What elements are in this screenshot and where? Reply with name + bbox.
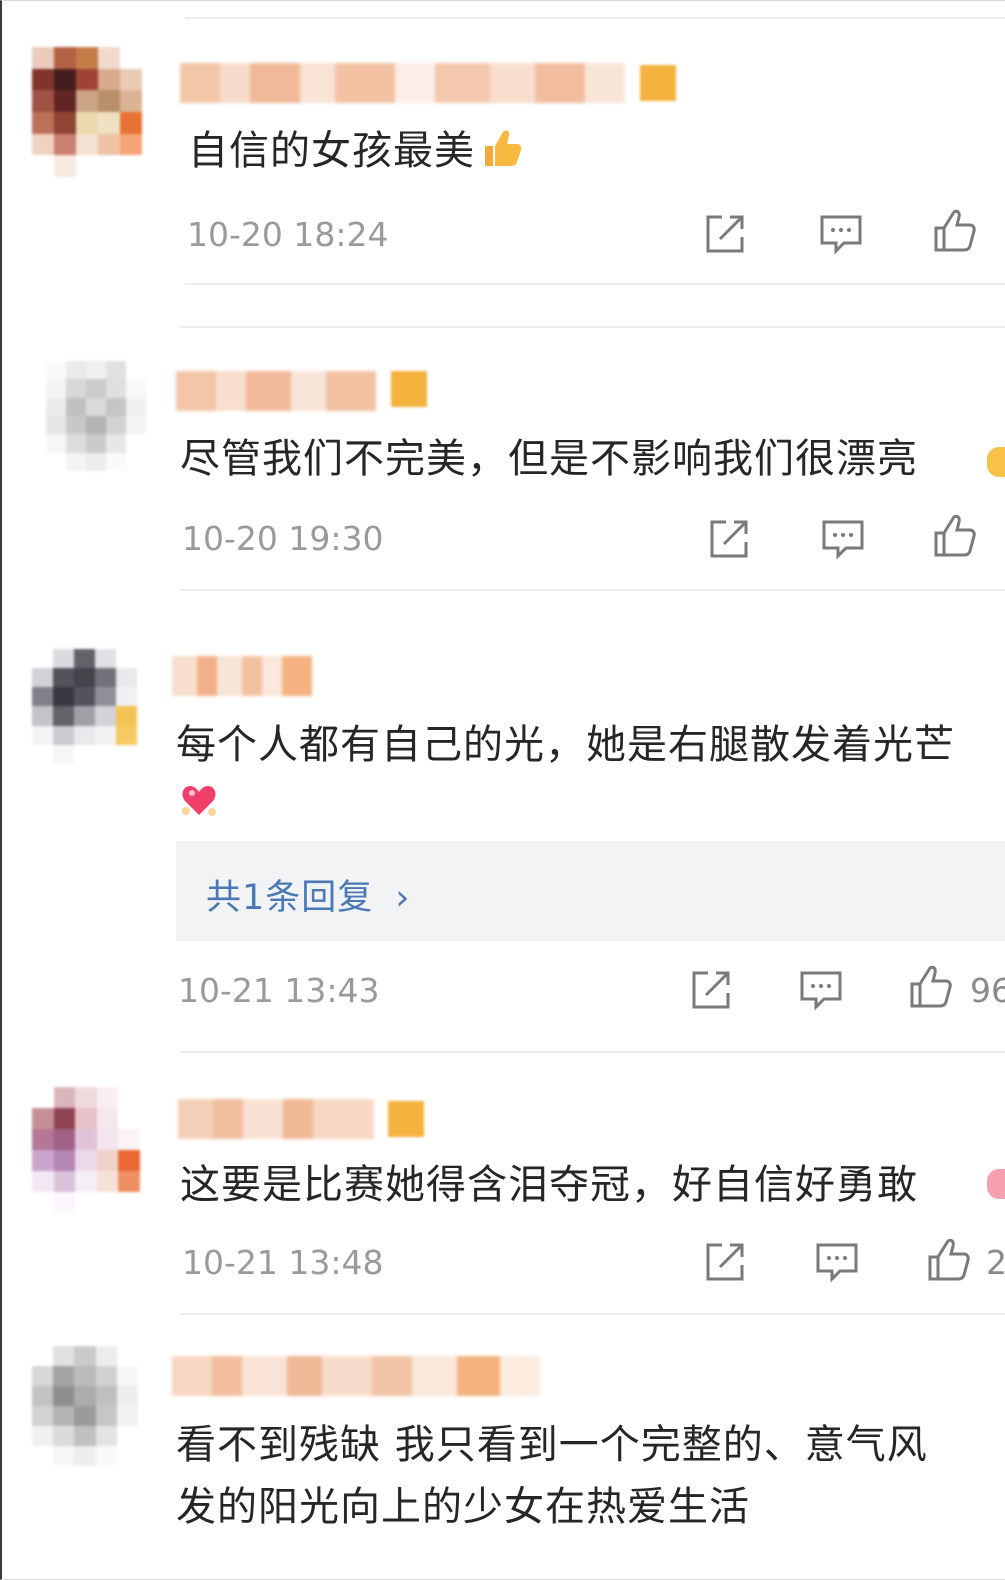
divider: [180, 589, 1005, 591]
chevron-right-icon: ›: [395, 878, 411, 918]
comment-icon: [800, 971, 842, 1011]
share-icon: [692, 971, 730, 1009]
thumbs-up-emoji-icon: [485, 130, 522, 166]
username-redacted[interactable]: [178, 1099, 374, 1139]
comment-text: 自信的女孩最美: [188, 119, 523, 183]
comment-icon: [822, 520, 864, 560]
like-count: 96: [970, 971, 1005, 1010]
comment-icon: [816, 1243, 858, 1283]
share-button[interactable]: [702, 211, 748, 257]
avatar[interactable]: [32, 47, 142, 177]
view-replies-link[interactable]: 共1条回复 ›: [206, 869, 410, 920]
comment-button[interactable]: [820, 516, 866, 562]
vip-badge: [640, 65, 676, 101]
like-button[interactable]: [908, 964, 954, 1010]
comment-time: 10-21 13:43: [178, 971, 380, 1010]
comment-feed: 自信的女孩最美 10-20 18:24 尽管我们不完美，但是不影响我们很漂亮 1…: [0, 0, 1005, 1580]
comment-time: 10-20 19:30: [182, 519, 384, 558]
avatar[interactable]: [32, 1346, 138, 1466]
comment-text: 这要是比赛她得含泪夺冠，好自信好勇敢: [180, 1162, 918, 1208]
avatar[interactable]: [32, 649, 137, 764]
divider: [185, 17, 1005, 19]
share-button[interactable]: [706, 516, 752, 562]
username-redacted[interactable]: [176, 371, 376, 411]
heart-emoji-icon: [182, 786, 216, 816]
comment-text: 每个人都有自己的光，她是右腿散发着光芒: [176, 722, 955, 768]
avatar[interactable]: [46, 361, 146, 471]
comment-button[interactable]: [814, 1239, 860, 1285]
like-button[interactable]: [932, 513, 978, 559]
username-redacted[interactable]: [180, 63, 625, 103]
thumbs-up-icon: [934, 514, 976, 557]
emoji-icon: [987, 1169, 1005, 1199]
share-icon: [706, 1243, 744, 1281]
comment-text-line-1: 看不到残缺 我只看到一个完整的、意气风: [176, 1422, 928, 1468]
comment-button[interactable]: [818, 211, 864, 257]
like-count: 2: [986, 1243, 1005, 1282]
thumbs-up-icon: [934, 209, 976, 252]
divider: [180, 1313, 1005, 1315]
share-button[interactable]: [688, 967, 734, 1013]
replies-count-label: 共1条回复: [206, 878, 374, 918]
comment-time: 10-20 18:24: [187, 215, 389, 254]
like-button[interactable]: [932, 208, 978, 254]
comment-text-content: 自信的女孩最美: [188, 128, 475, 174]
comment-text: 尽管我们不完美，但是不影响我们很漂亮: [180, 436, 918, 482]
share-icon: [710, 520, 748, 558]
comment-time: 10-21 13:48: [182, 1243, 384, 1282]
comment-icon: [820, 215, 862, 255]
share-button[interactable]: [702, 1239, 748, 1285]
thumbs-up-icon: [928, 1238, 970, 1281]
username-redacted[interactable]: [172, 1356, 540, 1396]
thumbs-up-icon: [910, 965, 952, 1008]
emoji-icon: [987, 447, 1005, 477]
username-redacted[interactable]: [172, 656, 312, 696]
divider: [185, 283, 1005, 285]
avatar[interactable]: [32, 1087, 140, 1213]
share-icon: [706, 215, 744, 253]
vip-badge: [391, 371, 427, 407]
comment-text-line-2: 发的阳光向上的少女在热爱生活: [176, 1484, 750, 1530]
divider: [180, 1051, 1005, 1053]
comment-button[interactable]: [798, 967, 844, 1013]
like-button[interactable]: [926, 1237, 972, 1283]
divider: [180, 326, 1005, 328]
vip-badge: [388, 1101, 424, 1137]
